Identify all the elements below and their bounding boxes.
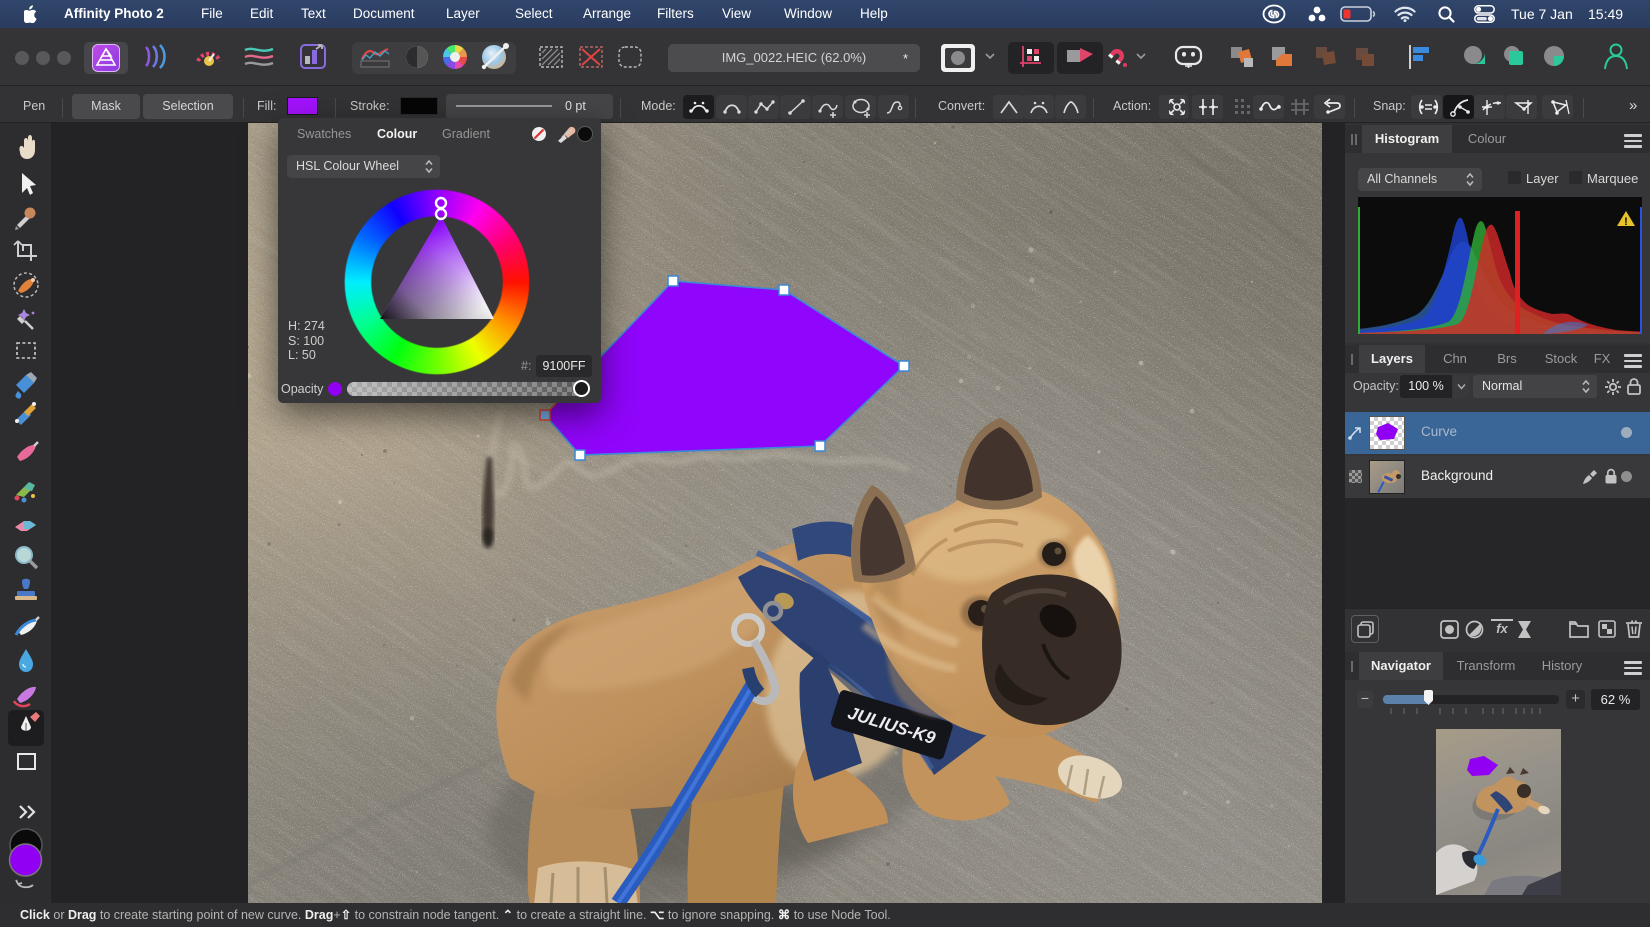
svg-text:!: ! (1624, 216, 1628, 228)
